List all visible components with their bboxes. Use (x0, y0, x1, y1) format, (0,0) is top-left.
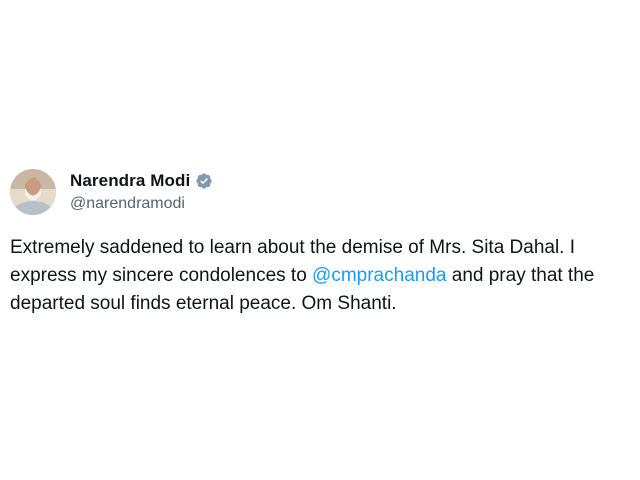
author-handle[interactable]: @narendramodi (70, 195, 213, 213)
tweet-card: Narendra Modi @narendramodi Extremely sa… (10, 166, 630, 318)
author-name[interactable]: Narendra Modi (70, 171, 190, 191)
avatar[interactable] (10, 169, 56, 215)
tweet-header: Narendra Modi @narendramodi (10, 166, 630, 218)
tweet-text: Extremely saddened to learn about the de… (10, 234, 640, 318)
name-row: Narendra Modi (70, 171, 213, 191)
verified-badge-icon (195, 172, 213, 190)
author-identity: Narendra Modi @narendramodi (70, 171, 213, 213)
mention-link[interactable]: @cmprachanda (312, 265, 446, 286)
